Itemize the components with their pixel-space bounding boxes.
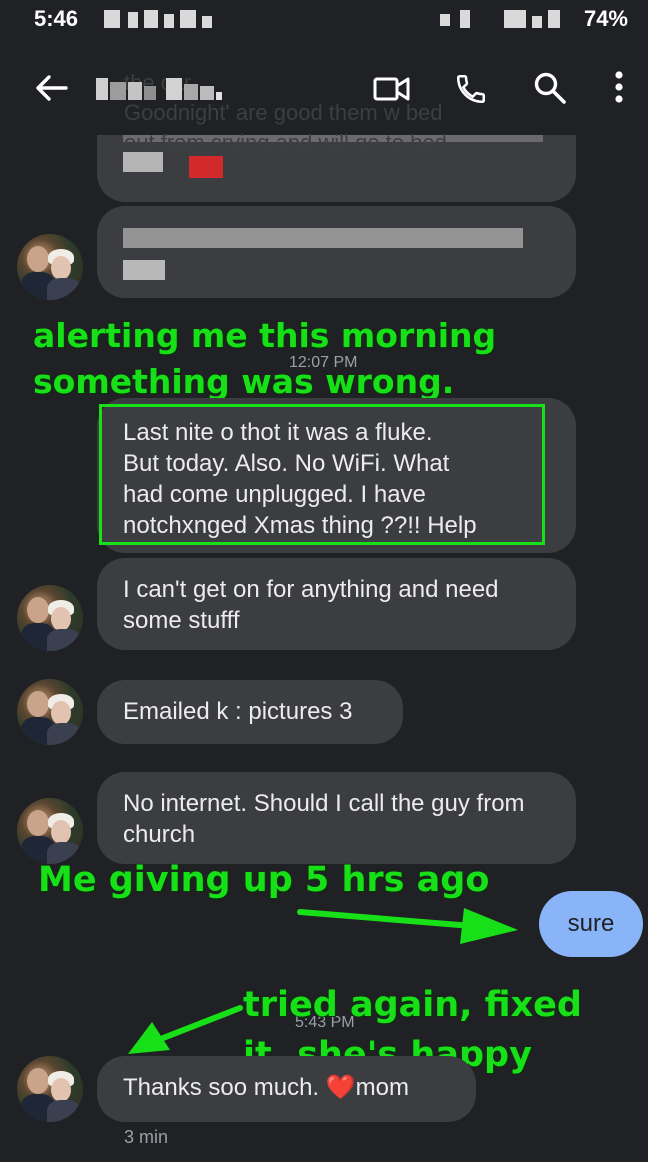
status-bar: 5:46 74% [0,0,648,40]
contact-name-pixelated[interactable] [96,74,226,104]
contact-avatar[interactable] [17,585,83,651]
app-bar: the car. Goodnight' are good them w bed … [0,40,648,155]
timestamp: 12:07 PM [289,354,358,371]
contact-avatar[interactable] [17,1056,83,1122]
annotation-arrow-left [128,1005,243,1054]
pixelated-message-bubble [97,206,576,298]
annotation-alerting: alerting me this morning something was w… [33,316,497,401]
message-bubble[interactable]: I can't get on for anything and need som… [97,558,576,650]
message-bubble[interactable]: No internet. Should I call the guy from … [97,772,576,864]
video-call-icon[interactable] [373,74,411,104]
phone-call-icon[interactable] [454,72,488,106]
battery-level: 74% [583,6,628,31]
sent-message-bubble[interactable]: sure [539,891,643,957]
message-text: I can't get on for anything and need som… [123,576,499,634]
message-text: Thanks soo much. ❤️mom [123,1074,409,1101]
more-options-icon[interactable] [612,70,626,106]
contact-avatar[interactable] [17,234,83,300]
notification-icons-pixelated [104,10,244,30]
back-arrow-icon[interactable] [34,73,68,103]
system-icons-pixelated [440,10,570,30]
search-icon[interactable] [533,71,567,105]
message-text: No internet. Should I call the guy from … [123,790,525,848]
status-time: 5:46 [34,6,79,31]
contact-avatar[interactable] [17,798,83,864]
message-bubble[interactable]: Thanks soo much. ❤️mom [97,1056,476,1122]
message-text: Last nite o thot it was a fluke. But tod… [123,419,477,539]
contact-avatar[interactable] [17,679,83,745]
annotation-arrow-right [297,908,518,944]
message-bubble[interactable]: Emailed k : pictures 3 [97,680,403,744]
message-bubble-highlighted[interactable]: Last nite o thot it was a fluke. But tod… [97,398,576,553]
message-time-status: 3 min [124,1127,169,1147]
message-text: Emailed k : pictures 3 [123,698,353,725]
annotation-giving-up: Me giving up 5 hrs ago [38,860,490,900]
